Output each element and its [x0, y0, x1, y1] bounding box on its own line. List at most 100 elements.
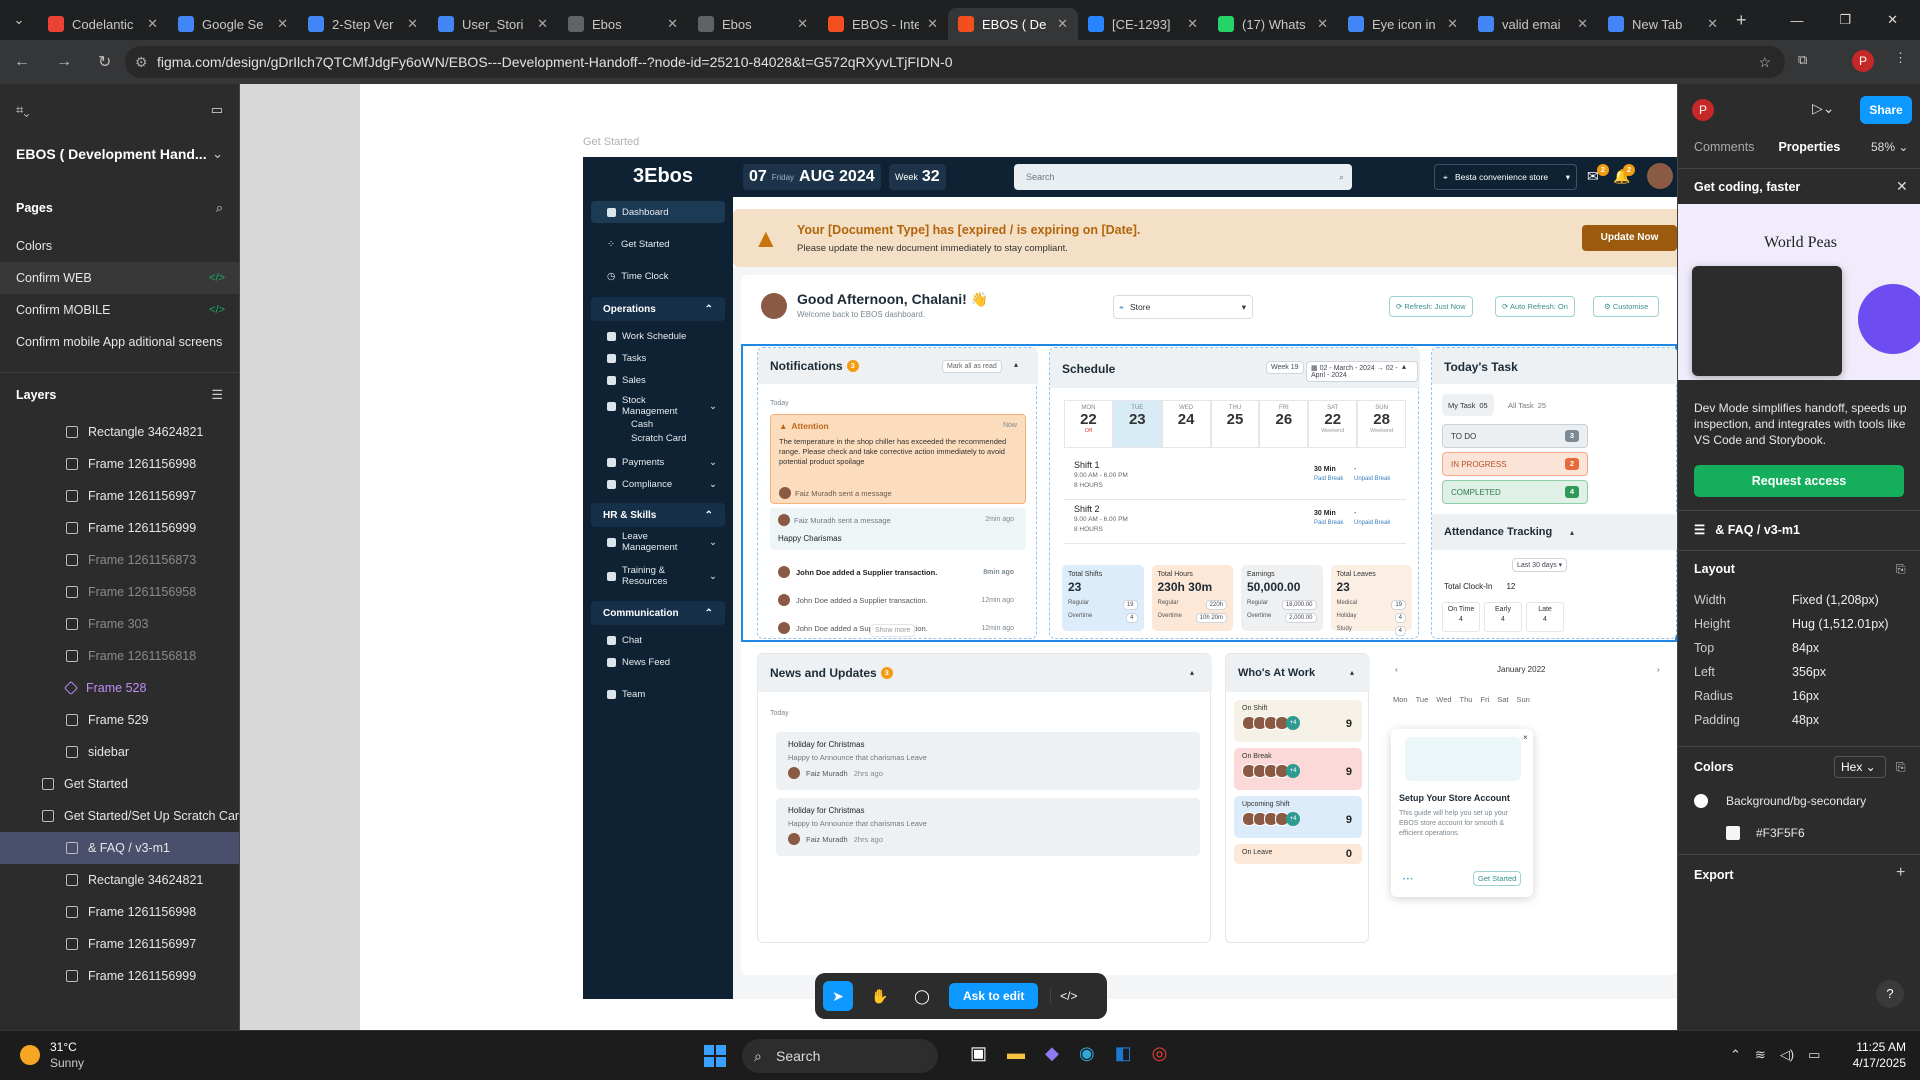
browser-tab[interactable]: Ebos ✕	[558, 8, 688, 40]
layer-item[interactable]: Frame 529	[0, 704, 239, 736]
tab-close-icon[interactable]: ✕	[147, 16, 158, 32]
tab-close-icon[interactable]: ✕	[667, 16, 678, 32]
bookmark-star-icon[interactable]: ☆	[1758, 46, 1771, 78]
browser-tab[interactable]: valid emai ✕	[1468, 8, 1598, 40]
show-more-button[interactable]: Show more	[870, 624, 916, 637]
url-bar[interactable]: ⚙ figma.com/design/gDrIlch7QTCMfJdgFy6oW…	[125, 46, 1785, 78]
layer-item[interactable]: Get Started	[0, 768, 239, 800]
add-export-icon[interactable]: +	[1896, 864, 1905, 882]
nav-section-hr[interactable]: HR & Skills ⌃	[591, 503, 725, 527]
prev-month-icon[interactable]: ‹	[1395, 665, 1398, 674]
help-icon[interactable]: ?	[1876, 980, 1904, 1008]
schedule-day[interactable]: WED 24	[1161, 400, 1211, 448]
layer-item[interactable]: Frame 1261156999	[0, 512, 239, 544]
tray-expand-icon[interactable]: ⌃	[1730, 1047, 1741, 1063]
clock-time[interactable]: 11:25 AM	[1846, 1040, 1906, 1054]
layer-item[interactable]: Frame 1261156997	[0, 480, 239, 512]
nav-team[interactable]: Team	[591, 683, 725, 705]
notification-item[interactable]: John Doe added a Supplier transaction. 12…	[770, 586, 1026, 614]
tab-close-icon[interactable]: ✕	[1187, 16, 1198, 32]
store-filter-select[interactable]: ⌖ Store ▾	[1113, 295, 1253, 319]
schedule-day[interactable]: FRI 26	[1259, 400, 1309, 448]
browser-tab[interactable]: EBOS - Inte ✕	[818, 8, 948, 40]
nav-work-schedule[interactable]: Work Schedule	[591, 325, 725, 347]
my-task-tab[interactable]: My Task 05	[1442, 394, 1494, 416]
tab-close-icon[interactable]: ✕	[1577, 16, 1588, 32]
layer-item[interactable]: Frame 1261156999	[0, 960, 239, 992]
frame-label[interactable]: Get Started	[583, 136, 639, 148]
browser-tab[interactable]: Google Se ✕	[168, 8, 298, 40]
browser-tab[interactable]: User_Stori ✕	[428, 8, 558, 40]
page-item[interactable]: Confirm WEB </>	[0, 262, 239, 294]
schedule-day[interactable]: SUN 28 Weekend	[1357, 400, 1407, 448]
who-group[interactable]: Upcoming Shift 9 +4	[1234, 796, 1362, 838]
tab-close-icon[interactable]: ✕	[537, 16, 548, 32]
copy-icon[interactable]: ⎘	[1896, 760, 1906, 775]
layer-item[interactable]: sidebar	[0, 736, 239, 768]
panel-toggle-icon[interactable]: ▭	[211, 102, 223, 118]
zoom-select[interactable]: 58% ⌄	[1871, 140, 1908, 154]
layout-property[interactable]: Top 84px	[1694, 636, 1904, 660]
hand-tool-icon[interactable]: ✋	[865, 988, 895, 1005]
restore-icon[interactable]: ❐	[1839, 12, 1851, 28]
search-input[interactable]: Search ⌕	[1014, 164, 1352, 190]
request-access-button[interactable]: Request access	[1694, 465, 1904, 497]
layer-item[interactable]: Frame 1261156873	[0, 544, 239, 576]
store-select[interactable]: ⌖ Besta convenience store ▾	[1434, 164, 1577, 190]
browser-menu-icon[interactable]: ⋮	[1894, 50, 1907, 66]
nav-leave-management[interactable]: Leave Management ⌄	[591, 531, 725, 553]
user-avatar[interactable]: P	[1692, 99, 1714, 121]
move-tool-icon[interactable]: ➤	[823, 981, 853, 1011]
layer-item[interactable]: Frame 1261156958	[0, 576, 239, 608]
tab-close-icon[interactable]: ✕	[1317, 16, 1328, 32]
weather-label[interactable]: Sunny	[50, 1056, 84, 1070]
all-task-tab[interactable]: All Task 25	[1502, 394, 1552, 416]
copy-icon[interactable]: ⎘	[1896, 562, 1906, 577]
browser-tab[interactable]: New Tab ✕	[1598, 8, 1728, 40]
browser-tab[interactable]: Eye icon in ✕	[1338, 8, 1468, 40]
new-tab-button[interactable]: +	[1736, 10, 1747, 31]
news-item[interactable]: Holiday for Christmas Happy to Announce t…	[776, 798, 1200, 856]
shift-row[interactable]: Shift 1 9.00 AM - 6.00 PM 8 HOURS 30 Min Pai…	[1064, 456, 1406, 500]
schedule-day[interactable]: MON 22 Off	[1064, 400, 1113, 448]
in-progress-status[interactable]: IN PROGRESS 2	[1442, 452, 1588, 476]
schedule-day[interactable]: TUE 23	[1112, 400, 1162, 448]
layout-property[interactable]: Padding 48px	[1694, 708, 1904, 732]
minimize-icon[interactable]: —	[1790, 13, 1803, 28]
nav-tasks[interactable]: Tasks	[591, 347, 725, 369]
nav-time-clock[interactable]: ◷ Time Clock	[591, 265, 725, 287]
windows-start-icon[interactable]	[704, 1045, 726, 1067]
collapse-icon[interactable]: ▴	[1570, 528, 1574, 537]
layer-item[interactable]: Frame 528	[0, 672, 239, 704]
tab-close-icon[interactable]: ✕	[1057, 16, 1068, 32]
tab-comments[interactable]: Comments	[1694, 140, 1754, 154]
nav-section-communication[interactable]: Communication ⌃	[591, 601, 725, 625]
browser-tab[interactable]: EBOS ( De ✕	[948, 8, 1078, 40]
nav-scratch-card[interactable]: Scratch Card	[591, 431, 725, 445]
browser-tab[interactable]: (17) Whats ✕	[1208, 8, 1338, 40]
edge-icon[interactable]: ◉	[1079, 1043, 1095, 1064]
color-hex-value[interactable]: #F3F5F6	[1756, 826, 1805, 840]
search-icon[interactable]: ⌕	[216, 200, 223, 216]
nav-cash[interactable]: Cash	[591, 417, 725, 431]
site-info-icon[interactable]: ⚙	[135, 46, 148, 78]
user-avatar[interactable]	[1647, 163, 1673, 189]
chrome-icon[interactable]: ◎	[1152, 1043, 1168, 1064]
present-icon[interactable]: ▷⌄	[1812, 100, 1835, 117]
schedule-day[interactable]: SAT 22 Weekend	[1308, 400, 1358, 448]
completed-status[interactable]: COMPLETED 4	[1442, 480, 1588, 504]
layer-item[interactable]: Frame 1261156998	[0, 896, 239, 928]
layer-item[interactable]: & FAQ / v3-m1	[0, 832, 239, 864]
profile-avatar[interactable]: P	[1852, 50, 1874, 72]
back-icon[interactable]: ←	[14, 53, 30, 71]
copilot-icon[interactable]: ◆	[1045, 1043, 1059, 1064]
close-window-icon[interactable]: ✕	[1887, 12, 1898, 28]
volume-icon[interactable]: ◁)	[1780, 1047, 1794, 1063]
chevron-down-icon[interactable]: ⌄	[212, 146, 223, 162]
tab-close-icon[interactable]: ✕	[797, 16, 808, 32]
tab-close-icon[interactable]: ✕	[277, 16, 288, 32]
collapse-icon[interactable]: ▴	[1402, 362, 1406, 371]
refresh-button[interactable]: ⟳ Refresh: Just Now	[1389, 296, 1473, 317]
layer-item[interactable]: Rectangle 34624821	[0, 416, 239, 448]
nav-dashboard[interactable]: Dashboard	[591, 201, 725, 223]
